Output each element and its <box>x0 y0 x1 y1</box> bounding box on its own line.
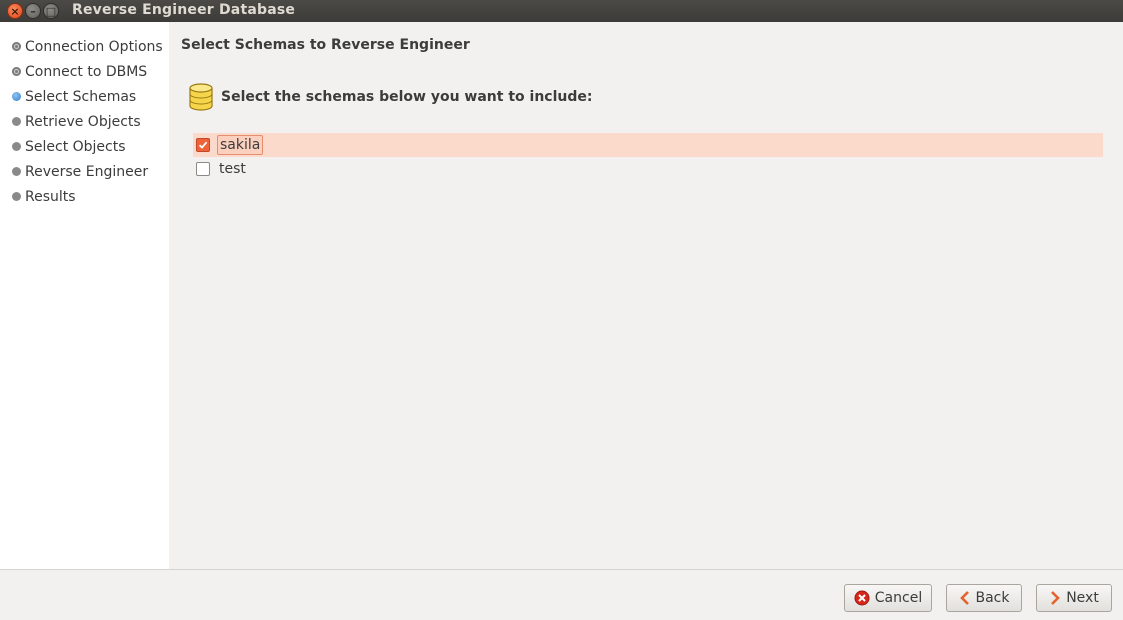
schema-checkbox-test[interactable] <box>196 162 210 176</box>
back-button[interactable]: Back <box>946 584 1022 612</box>
schema-row-test[interactable]: test <box>193 157 1103 181</box>
next-button[interactable]: Next <box>1036 584 1112 612</box>
step-reverse-engineer: Reverse Engineer <box>0 159 169 184</box>
step-connect-to-dbms: Connect to DBMS <box>0 59 169 84</box>
chevron-right-icon <box>1049 590 1061 606</box>
step-retrieve-objects: Retrieve Objects <box>0 109 169 134</box>
step-select-objects: Select Objects <box>0 134 169 159</box>
cancel-icon <box>854 590 870 606</box>
instruction-label: Select the schemas below you want to inc… <box>221 89 593 105</box>
step-pending-icon <box>12 192 21 201</box>
step-label: Select Objects <box>25 138 126 155</box>
wizard-steps-sidebar: Connection Options Connect to DBMS Selec… <box>0 22 169 569</box>
step-pending-icon <box>12 142 21 151</box>
window-close-button[interactable]: × <box>7 3 23 19</box>
step-label: Retrieve Objects <box>25 113 141 130</box>
step-results: Results <box>0 184 169 209</box>
main-panel: Select Schemas to Reverse Engineer Selec… <box>169 22 1123 569</box>
back-label: Back <box>975 590 1010 606</box>
next-label: Next <box>1066 590 1099 606</box>
maximize-icon: □ <box>45 4 57 18</box>
step-label: Connection Options <box>25 38 163 55</box>
window-minimize-button[interactable]: – <box>25 3 41 19</box>
window-title: Reverse Engineer Database <box>72 2 296 18</box>
step-done-icon <box>12 42 21 51</box>
schema-label: test <box>219 161 246 177</box>
step-label: Reverse Engineer <box>25 163 149 180</box>
page-title: Select Schemas to Reverse Engineer <box>181 37 470 53</box>
step-label: Connect to DBMS <box>25 63 148 80</box>
window-maximize-button[interactable]: □ <box>43 3 59 19</box>
step-pending-icon <box>12 117 21 126</box>
database-icon <box>189 83 213 111</box>
schema-row-sakila[interactable]: sakila <box>193 133 1103 157</box>
cancel-button[interactable]: Cancel <box>844 584 932 612</box>
step-connection-options: Connection Options <box>0 34 169 59</box>
close-icon: × <box>10 4 20 18</box>
step-label: Select Schemas <box>25 88 137 105</box>
step-select-schemas: Select Schemas <box>0 84 169 109</box>
schema-checkbox-sakila[interactable] <box>196 138 210 152</box>
title-bar: × – □ Reverse Engineer Database <box>0 0 1123 22</box>
minimize-icon: – <box>30 4 36 18</box>
step-label: Results <box>25 188 76 205</box>
checkmark-icon <box>198 141 208 149</box>
schema-label: sakila <box>217 135 264 155</box>
chevron-left-icon <box>959 590 971 606</box>
step-pending-icon <box>12 167 21 176</box>
cancel-label: Cancel <box>874 590 923 606</box>
step-active-icon <box>12 92 21 101</box>
step-done-icon <box>12 67 21 76</box>
schema-list: sakila test <box>193 133 1103 181</box>
footer-divider <box>0 569 1123 570</box>
